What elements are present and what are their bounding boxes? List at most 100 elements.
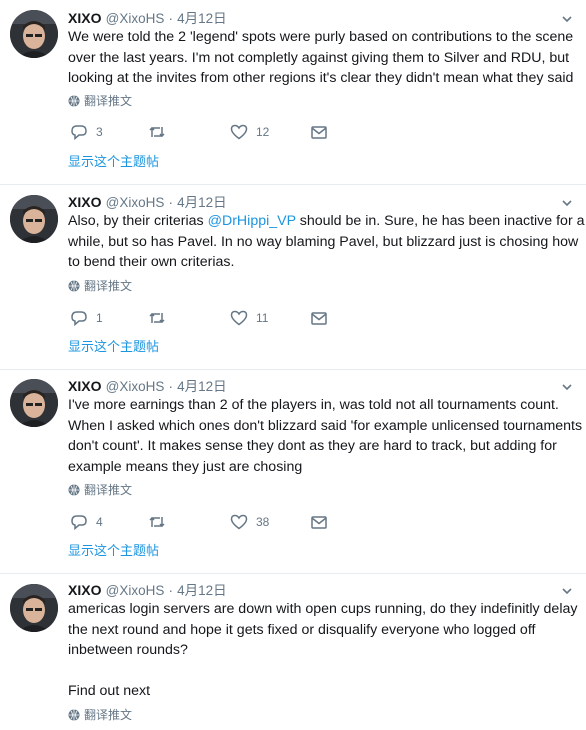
reply-button[interactable]: 1 bbox=[70, 308, 103, 328]
reply-icon bbox=[70, 123, 88, 141]
like-icon bbox=[230, 513, 248, 531]
tweet-actions: 1 11 bbox=[68, 308, 368, 328]
chevron-down-icon[interactable] bbox=[560, 584, 574, 598]
tweet-text: Also, by their criterias @DrHippi_VP sho… bbox=[68, 211, 585, 273]
tweet-date[interactable]: 4月12日 bbox=[177, 379, 227, 394]
reply-count: 3 bbox=[96, 125, 103, 139]
tweet-text-line: inbetween rounds? bbox=[68, 642, 188, 659]
retweet-icon bbox=[148, 513, 166, 531]
user-handle[interactable]: @XixoHS bbox=[106, 11, 165, 26]
like-count: 38 bbox=[256, 515, 270, 529]
retweet-button[interactable] bbox=[148, 512, 166, 532]
show-thread-link[interactable]: 显示这个主题帖 bbox=[68, 154, 159, 172]
avatar[interactable] bbox=[10, 379, 58, 427]
tweet-text-line: looking at the invites from other region… bbox=[68, 70, 574, 87]
translate-label: 翻译推文 bbox=[84, 94, 133, 108]
tweet-text-line: to bend their own criterias. bbox=[68, 254, 235, 271]
translate-label: 翻译推文 bbox=[84, 708, 133, 722]
tweet-text-line: Also, by their criterias @DrHippi_VP sho… bbox=[68, 211, 585, 232]
show-thread-link[interactable]: 显示这个主题帖 bbox=[68, 339, 159, 357]
display-name[interactable]: XIXO bbox=[68, 194, 101, 210]
tweet-date[interactable]: 4月12日 bbox=[177, 11, 227, 26]
translate-label: 翻译推文 bbox=[84, 483, 133, 497]
tweet-text: We were told the 2 'legend' spots were p… bbox=[68, 27, 576, 89]
retweet-icon bbox=[148, 123, 166, 141]
display-name[interactable]: XIXO bbox=[68, 10, 101, 26]
tweet-text-line: the next round and hope it gets fixed or… bbox=[68, 621, 536, 638]
globe-icon bbox=[68, 95, 80, 107]
tweet-actions: 3 12 bbox=[68, 122, 368, 142]
tweet-text: americas login servers are down with ope… bbox=[68, 599, 578, 702]
reply-count: 1 bbox=[96, 311, 103, 325]
message-icon bbox=[310, 513, 328, 531]
tweet[interactable]: XIXO @XixoHS · 4月12日 We were told the 2 … bbox=[0, 0, 586, 184]
like-button[interactable]: 12 bbox=[230, 122, 269, 142]
message-icon bbox=[310, 309, 328, 327]
tweet-text-line: I've more earnings than 2 of the players… bbox=[68, 397, 559, 413]
tweet[interactable]: XIXO @XixoHS · 4月12日 Also, by their crit… bbox=[0, 185, 586, 369]
text-segment: should be in. Sure, he has been inactive… bbox=[295, 213, 585, 229]
globe-icon bbox=[68, 484, 80, 496]
separator: · bbox=[168, 379, 173, 394]
user-handle[interactable]: @XixoHS bbox=[106, 195, 165, 210]
user-handle[interactable]: @XixoHS bbox=[106, 583, 165, 598]
show-thread-link[interactable]: 显示这个主题帖 bbox=[68, 543, 159, 561]
translate-link[interactable]: 翻译推文 bbox=[68, 93, 132, 109]
tweet-date[interactable]: 4月12日 bbox=[177, 195, 227, 210]
retweet-icon bbox=[148, 309, 166, 327]
tweet-text-line: while, but so has Pavel. In no way blami… bbox=[68, 233, 579, 250]
reply-icon bbox=[70, 513, 88, 531]
reply-button[interactable]: 4 bbox=[70, 512, 103, 532]
direct-message-button[interactable] bbox=[310, 512, 328, 532]
globe-icon bbox=[68, 709, 80, 721]
avatar[interactable] bbox=[10, 10, 58, 58]
like-count: 11 bbox=[256, 311, 269, 325]
tweet-text-line bbox=[68, 661, 576, 682]
direct-message-button[interactable] bbox=[310, 122, 328, 142]
avatar[interactable] bbox=[10, 195, 58, 243]
translate-link[interactable]: 翻译推文 bbox=[68, 482, 132, 498]
separator: · bbox=[168, 195, 173, 210]
display-name[interactable]: XIXO bbox=[68, 582, 101, 598]
tweet-date[interactable]: 4月12日 bbox=[177, 583, 227, 598]
mention-link[interactable]: @DrHippi_VP bbox=[208, 213, 296, 229]
tweet-text-line: We were told the 2 'legend' spots were p… bbox=[68, 29, 574, 45]
retweet-button[interactable] bbox=[148, 308, 166, 328]
like-icon bbox=[230, 123, 248, 141]
tweet-header: XIXO @XixoHS · 4月12日 bbox=[68, 376, 227, 396]
tweet-text-line: Find out next bbox=[68, 683, 151, 700]
like-icon bbox=[230, 309, 248, 327]
like-button[interactable]: 11 bbox=[230, 308, 268, 328]
tweet-text-line: When I asked which ones don't blizzard s… bbox=[68, 417, 583, 434]
reply-icon bbox=[70, 309, 88, 327]
tweet-text-line: example means they just are chosing bbox=[68, 458, 303, 475]
tweet-header: XIXO @XixoHS · 4月12日 bbox=[68, 8, 227, 28]
tweet-actions: 4 38 bbox=[68, 512, 368, 532]
chevron-down-icon[interactable] bbox=[560, 380, 574, 394]
tweet-text: I've more earnings than 2 of the players… bbox=[68, 395, 583, 477]
message-icon bbox=[310, 123, 328, 141]
chevron-down-icon[interactable] bbox=[560, 12, 574, 26]
tweet-header: XIXO @XixoHS · 4月12日 bbox=[68, 580, 227, 600]
avatar[interactable] bbox=[10, 584, 58, 632]
direct-message-button[interactable] bbox=[310, 308, 328, 328]
tweet-text-line: don't count'. It makes sense they dont a… bbox=[68, 438, 557, 455]
user-handle[interactable]: @XixoHS bbox=[106, 379, 165, 394]
separator: · bbox=[168, 583, 173, 598]
translate-label: 翻译推文 bbox=[84, 279, 133, 293]
translate-link[interactable]: 翻译推文 bbox=[68, 278, 132, 294]
tweet[interactable]: XIXO @XixoHS · 4月12日 I've more earnings … bbox=[0, 370, 586, 573]
text-segment: Also, by their criterias bbox=[68, 213, 208, 229]
tweet[interactable]: XIXO @XixoHS · 4月12日 americas login serv… bbox=[0, 574, 586, 730]
reply-button[interactable]: 3 bbox=[70, 122, 103, 142]
reply-count: 4 bbox=[96, 515, 103, 529]
translate-link[interactable]: 翻译推文 bbox=[68, 707, 132, 723]
tweet-text-line: americas login servers are down with ope… bbox=[68, 601, 578, 617]
separator: · bbox=[168, 11, 173, 26]
globe-icon bbox=[68, 280, 80, 292]
like-count: 12 bbox=[256, 125, 270, 139]
display-name[interactable]: XIXO bbox=[68, 378, 101, 394]
like-button[interactable]: 38 bbox=[230, 512, 269, 532]
retweet-button[interactable] bbox=[148, 122, 166, 142]
chevron-down-icon[interactable] bbox=[560, 196, 574, 210]
